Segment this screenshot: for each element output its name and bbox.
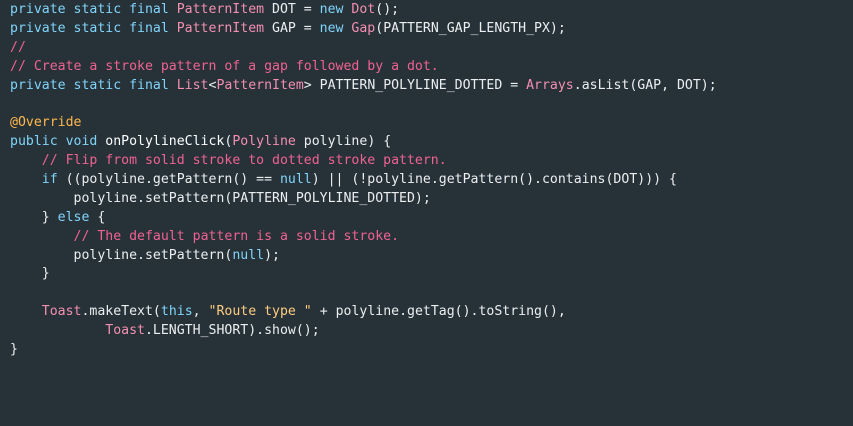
code-token: // [10, 39, 26, 55]
code-token: ((polyline.getPattern() == [65, 172, 280, 188]
code-line: // Create a stroke pattern of a gap foll… [10, 58, 853, 77]
code-token: private static final [10, 2, 177, 17]
code-token: } [10, 266, 50, 282]
code-token: PatternItem [176, 2, 265, 17]
code-token: > PATTERN_POLYLINE_DOTTED = [303, 77, 527, 93]
code-line: // [10, 39, 853, 58]
code-line: // Flip from solid stroke to dotted stro… [10, 152, 853, 171]
code-line: private static final PatternItem DOT = n… [10, 1, 853, 20]
code-line: private static final List<PatternItem> P… [10, 77, 853, 96]
code-token: this [160, 304, 193, 320]
code-token: ); [264, 247, 280, 263]
code-token: new [319, 20, 352, 36]
code-block[interactable]: private static final PatternItem DOT = n… [10, 1, 853, 360]
code-token: .asList(GAP, DOT); [573, 77, 717, 93]
code-token: new [319, 2, 352, 17]
code-token: public void [10, 134, 106, 150]
code-token: .makeText( [81, 304, 161, 320]
code-line: if ((polyline.getPattern() == null) || (… [10, 171, 853, 190]
code-token: + polyline.getTag().toString(), [311, 304, 566, 320]
code-token: PatternItem [176, 20, 265, 36]
code-line: polyline.setPattern(null); [10, 247, 853, 266]
code-token: , [192, 304, 209, 320]
code-line: polyline.setPattern(PATTERN_POLYLINE_DOT… [10, 190, 853, 209]
code-line: private static final PatternItem GAP = n… [10, 20, 853, 39]
code-token: // Create a stroke pattern of a gap foll… [10, 58, 439, 74]
code-line: public void onPolylineClick(Polyline pol… [10, 133, 853, 152]
code-token: { [97, 209, 106, 225]
code-token: .LENGTH_SHORT).show(); [144, 323, 320, 339]
code-token: onPolylineClick [105, 134, 225, 150]
code-token: if [41, 172, 66, 188]
code-line: @Override [10, 114, 853, 133]
code-token: // The default pattern is a solid stroke… [73, 228, 400, 244]
code-line: } else { [10, 209, 853, 228]
code-token: private static final [10, 77, 177, 93]
code-token: // Flip from solid stroke to dotted stro… [41, 153, 447, 169]
code-token: (); [375, 2, 400, 17]
code-token: GAP = [264, 20, 320, 36]
code-token: Dot [351, 2, 376, 17]
code-line: } [10, 341, 853, 360]
code-token: } [10, 209, 58, 225]
code-line: } [10, 265, 853, 284]
code-line: // The default pattern is a solid stroke… [10, 228, 853, 247]
code-editor[interactable]: private static final PatternItem DOT = n… [0, 0, 853, 426]
code-token: private static final [10, 20, 177, 36]
code-token: Toast [105, 323, 145, 339]
code-token: (PATTERN_GAP_LENGTH_PX); [375, 20, 566, 36]
code-token: Polyline [232, 134, 296, 150]
code-token: List [176, 77, 209, 93]
code-token: Arrays [526, 77, 574, 93]
code-line: Toast.LENGTH_SHORT).show(); [10, 322, 853, 341]
code-token: else [57, 209, 98, 225]
code-line: Toast.makeText(this, "Route type " + pol… [10, 303, 853, 322]
code-token: null [232, 247, 265, 263]
code-token: @Override [10, 115, 82, 131]
code-token: "Route type " [208, 304, 312, 320]
code-token: DOT = [264, 2, 320, 17]
code-token: polyline.setPattern(PATTERN_POLYLINE_DOT… [10, 190, 431, 206]
code-token: polyline.setPattern( [10, 247, 233, 263]
code-token: } [10, 342, 18, 358]
code-token: PatternItem [216, 77, 304, 93]
code-token: Gap [351, 20, 376, 36]
code-token: null [279, 172, 312, 188]
code-token: Toast [41, 304, 82, 320]
code-token: ) || (!polyline.getPattern().contains(DO… [311, 172, 677, 188]
code-token: polyline) { [295, 134, 392, 150]
